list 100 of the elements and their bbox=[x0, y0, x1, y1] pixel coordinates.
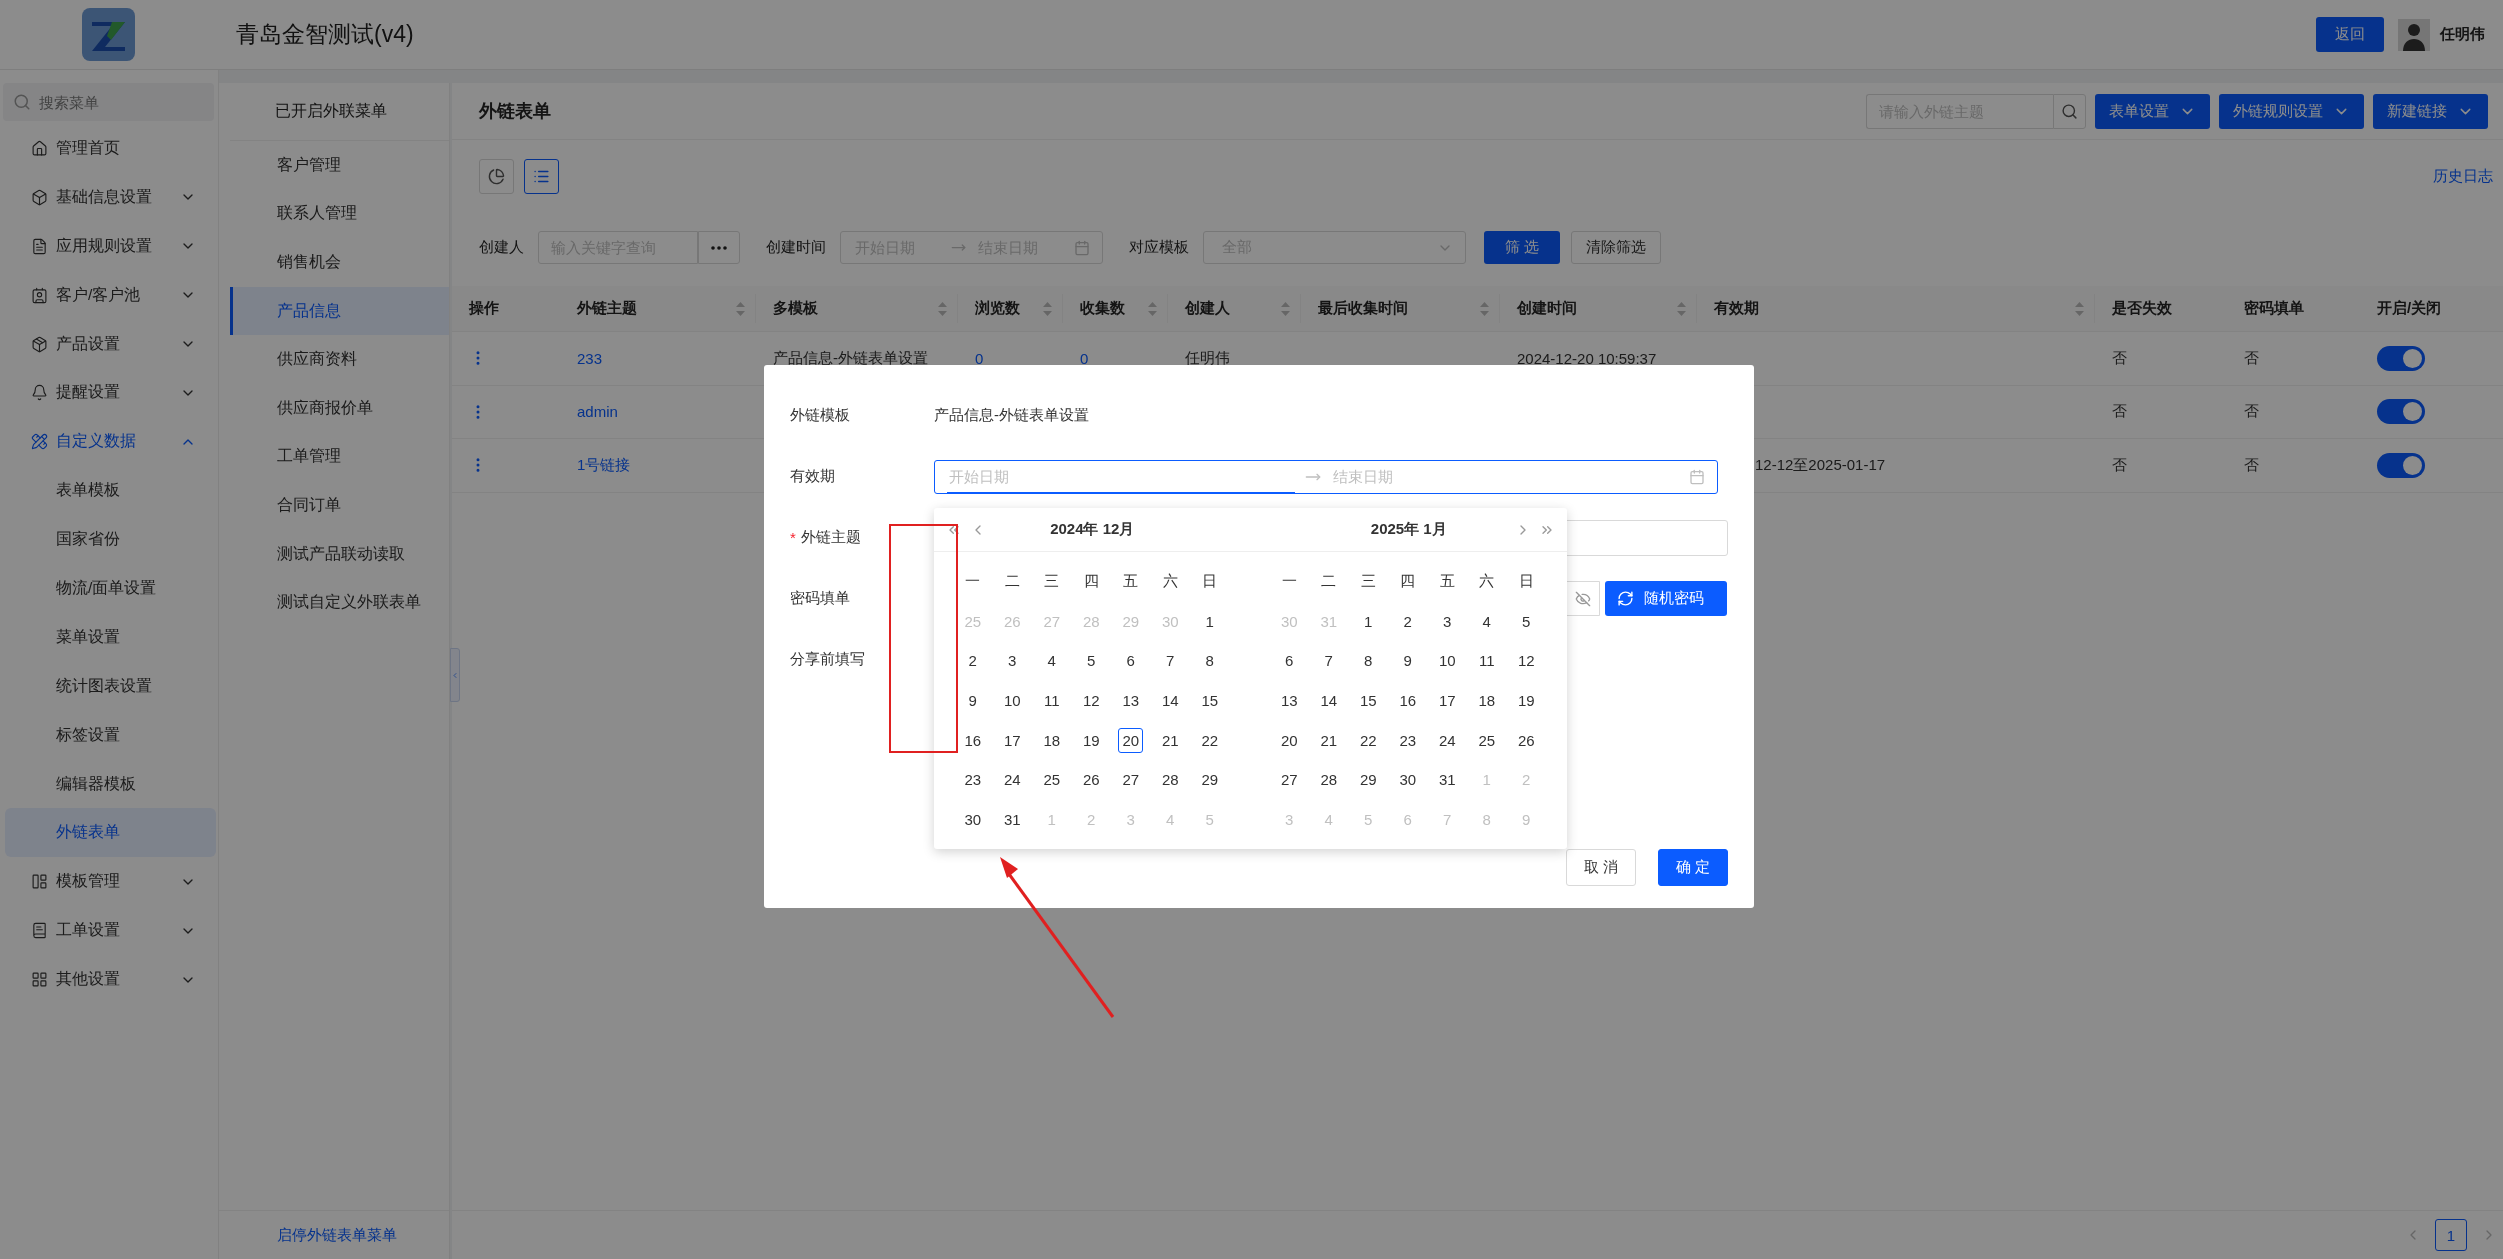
filter-button[interactable]: 筛 选 bbox=[1484, 231, 1561, 264]
calendar-day[interactable]: 13 bbox=[1276, 688, 1302, 714]
sidebar-item[interactable]: 基础信息设置 bbox=[0, 172, 218, 222]
sort-icon[interactable] bbox=[1480, 301, 1489, 316]
menu-item[interactable]: 联系人管理 bbox=[230, 189, 449, 239]
sort-icon[interactable] bbox=[2075, 301, 2084, 316]
menu-item[interactable]: 测试自定义外联表单 bbox=[230, 578, 449, 627]
clear-filter-button[interactable]: 清除筛选 bbox=[1571, 231, 1662, 264]
calendar-day[interactable]: 2 bbox=[960, 648, 986, 674]
calendar-day[interactable]: 6 bbox=[1118, 648, 1144, 674]
calendar-day[interactable]: 22 bbox=[1355, 727, 1381, 753]
footer-link[interactable]: 启停外链表单菜单 bbox=[277, 1225, 397, 1245]
collapse-handle[interactable] bbox=[450, 648, 460, 702]
toggle-switch[interactable] bbox=[2377, 399, 2425, 425]
sidebar-subitem[interactable]: 外链表单 bbox=[5, 808, 216, 858]
sort-icon[interactable] bbox=[1148, 301, 1157, 316]
calendar-day[interactable]: 23 bbox=[960, 767, 986, 793]
sort-icon[interactable] bbox=[1281, 301, 1290, 316]
calendar-day[interactable]: 11 bbox=[1474, 648, 1500, 674]
calendar-day[interactable]: 27 bbox=[1276, 767, 1302, 793]
calendar-day[interactable]: 5 bbox=[1078, 648, 1104, 674]
sidebar-item[interactable]: 应用规则设置 bbox=[0, 221, 218, 271]
random-password-button[interactable]: 随机密码 bbox=[1605, 581, 1727, 616]
sidebar-subitem[interactable]: 菜单设置 bbox=[5, 612, 216, 662]
sort-icon[interactable] bbox=[938, 301, 947, 316]
sort-icon[interactable] bbox=[1677, 301, 1686, 316]
menu-item[interactable]: 供应商报价单 bbox=[230, 383, 449, 433]
sidebar-item[interactable]: 提醒设置 bbox=[0, 368, 218, 418]
calendar-day[interactable]: 24 bbox=[999, 767, 1025, 793]
calendar-day[interactable]: 20 bbox=[1276, 727, 1302, 753]
cancel-button[interactable]: 取 消 bbox=[1566, 849, 1636, 886]
calendar-day[interactable]: 11 bbox=[1039, 688, 1065, 714]
calendar-day[interactable]: 4 bbox=[1474, 608, 1500, 634]
table-link[interactable]: 0 bbox=[1080, 349, 1089, 367]
sidebar-subitem[interactable]: 物流/面单设置 bbox=[5, 564, 216, 613]
calendar-day[interactable]: 26 bbox=[1078, 767, 1104, 793]
calendar-day[interactable]: 25 bbox=[1474, 727, 1500, 753]
calendar-day[interactable]: 26 bbox=[1513, 727, 1539, 753]
calendar-day[interactable]: 12 bbox=[1078, 688, 1104, 714]
table-link[interactable]: 0 bbox=[975, 349, 984, 367]
search-button[interactable] bbox=[2053, 93, 2086, 129]
calendar-day[interactable]: 9 bbox=[960, 688, 986, 714]
calendar-day[interactable]: 21 bbox=[1316, 727, 1342, 753]
menu-item[interactable]: 合同订单 bbox=[230, 481, 449, 530]
dropdown-button[interactable]: 新建链接 bbox=[2373, 93, 2488, 129]
sort-icon[interactable] bbox=[736, 301, 745, 316]
calendar-day[interactable]: 7 bbox=[1316, 648, 1342, 674]
calendar-day[interactable]: 3 bbox=[1434, 608, 1460, 634]
calendar-day[interactable]: 19 bbox=[1078, 727, 1104, 753]
sidebar-item[interactable]: 模板管理 bbox=[0, 857, 218, 907]
start-date-input[interactable]: 开始日期 bbox=[947, 467, 1295, 486]
more-button[interactable] bbox=[698, 231, 740, 264]
calendar-day[interactable]: 24 bbox=[1434, 727, 1460, 753]
calendar-day[interactable]: 23 bbox=[1395, 727, 1421, 753]
sidebar-subitem[interactable]: 国家省份 bbox=[5, 515, 216, 564]
calendar-day[interactable]: 12 bbox=[1513, 648, 1539, 674]
page-button[interactable]: 1 bbox=[2435, 1219, 2467, 1251]
calendar-day[interactable]: 15 bbox=[1197, 688, 1223, 714]
back-button[interactable]: 返回 bbox=[2316, 17, 2384, 52]
calendar-day[interactable]: 4 bbox=[1039, 648, 1065, 674]
sidebar-subitem[interactable]: 统计图表设置 bbox=[5, 661, 216, 711]
calendar-day[interactable]: 19 bbox=[1513, 688, 1539, 714]
menu-item[interactable]: 工单管理 bbox=[230, 432, 449, 482]
calendar-day[interactable]: 5 bbox=[1513, 608, 1539, 634]
calendar-day[interactable]: 1 bbox=[1355, 608, 1381, 634]
table-link[interactable]: admin bbox=[577, 403, 618, 421]
table-link[interactable]: 1号链接 bbox=[577, 455, 631, 475]
history-link[interactable]: 历史日志 bbox=[2433, 167, 2493, 186]
end-date-input[interactable]: 结束日期 bbox=[1331, 467, 1679, 486]
calendar-day[interactable]: 7 bbox=[1157, 648, 1183, 674]
calendar-day[interactable]: 28 bbox=[1316, 767, 1342, 793]
calendar-day[interactable]: 22 bbox=[1197, 727, 1223, 753]
confirm-button[interactable]: 确 定 bbox=[1658, 849, 1728, 886]
sidebar-item[interactable]: 客户/客户池 bbox=[0, 270, 218, 320]
calendar-day[interactable]: 8 bbox=[1197, 648, 1223, 674]
calendar-day[interactable]: 10 bbox=[1434, 648, 1460, 674]
calendar-day[interactable]: 29 bbox=[1355, 767, 1381, 793]
search-input[interactable]: 搜索菜单 bbox=[37, 92, 187, 112]
menu-item[interactable]: 客户管理 bbox=[230, 141, 449, 190]
calendar-day[interactable]: 20 bbox=[1118, 727, 1144, 753]
calendar-day[interactable]: 1 bbox=[1197, 608, 1223, 634]
calendar-day[interactable]: 31 bbox=[999, 806, 1025, 832]
calendar-day[interactable]: 17 bbox=[1434, 688, 1460, 714]
table-link[interactable]: 233 bbox=[577, 349, 603, 367]
calendar-day[interactable]: 29 bbox=[1197, 767, 1223, 793]
calendar-day[interactable]: 18 bbox=[1039, 727, 1065, 753]
calendar-day[interactable]: 14 bbox=[1316, 688, 1342, 714]
calendar-day[interactable]: 30 bbox=[1395, 767, 1421, 793]
toggle-switch[interactable] bbox=[2377, 452, 2425, 478]
calendar-day[interactable]: 10 bbox=[999, 688, 1025, 714]
menu-item[interactable]: 产品信息 bbox=[230, 286, 449, 336]
sidebar-item[interactable]: 工单设置 bbox=[0, 906, 218, 956]
calendar-day[interactable]: 8 bbox=[1355, 648, 1381, 674]
menu-item[interactable]: 测试产品联动读取 bbox=[230, 529, 449, 579]
calendar-day[interactable]: 28 bbox=[1157, 767, 1183, 793]
sidebar-item[interactable]: 管理首页 bbox=[0, 124, 218, 173]
sidebar-item[interactable]: 产品设置 bbox=[0, 319, 218, 369]
calendar-day[interactable]: 6 bbox=[1276, 648, 1302, 674]
calendar-day[interactable]: 9 bbox=[1395, 648, 1421, 674]
toggle-switch[interactable] bbox=[2377, 345, 2425, 371]
